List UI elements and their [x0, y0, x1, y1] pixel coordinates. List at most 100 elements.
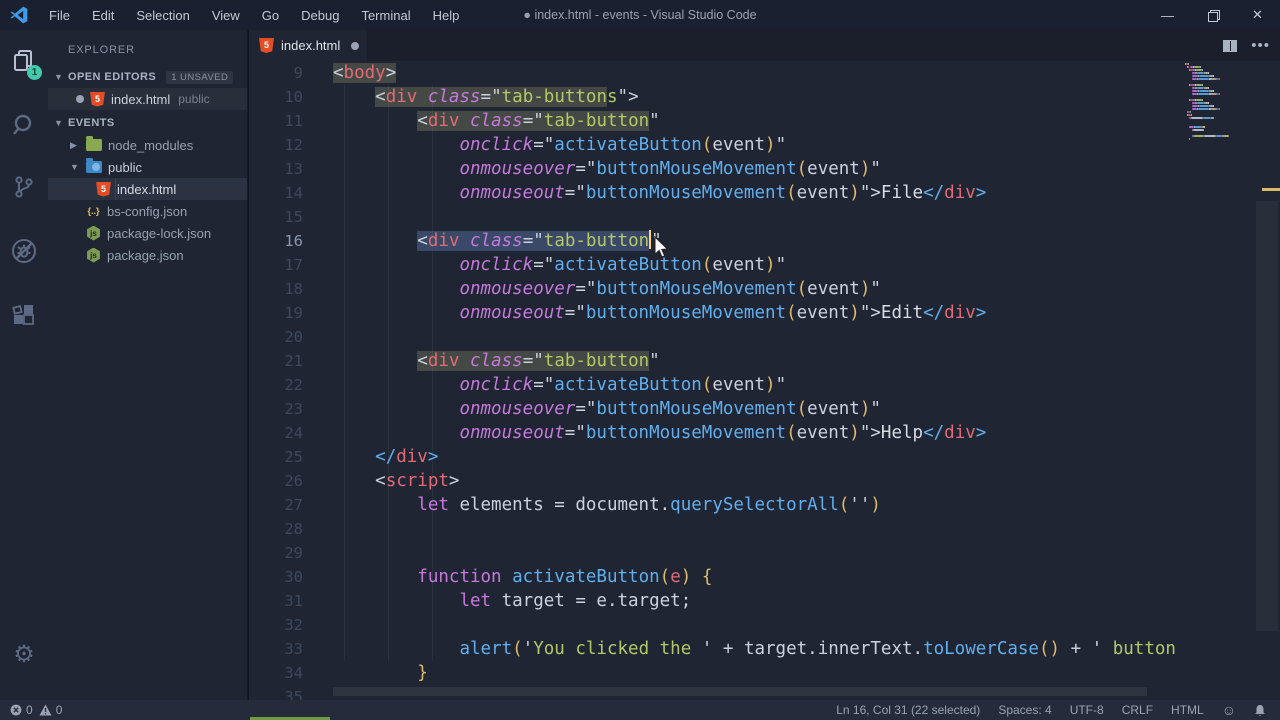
- code-line-11[interactable]: 11 <div class="tab-button": [249, 109, 1185, 133]
- notifications-bell-icon[interactable]: [1254, 704, 1266, 717]
- code-line-28[interactable]: 28: [249, 517, 1185, 541]
- tree-item-package-json[interactable]: js package.json: [48, 244, 247, 266]
- line-number: 21: [284, 352, 303, 370]
- token: ": [775, 375, 787, 395]
- code-line-26[interactable]: 26 <script>: [249, 469, 1185, 493]
- explorer-icon[interactable]: 1: [0, 38, 48, 84]
- menu-debug[interactable]: Debug: [291, 4, 349, 27]
- token: =: [480, 87, 492, 107]
- token: [417, 87, 428, 107]
- explorer-sidebar: EXPLORER ▼ OPEN EDITORS 1 UNSAVED 5 index…: [48, 30, 248, 700]
- minimap-line: [1218, 78, 1220, 80]
- tree-item-index-html[interactable]: 5 index.html: [48, 178, 247, 200]
- tree-item-package-lock-json[interactable]: js package-lock.json: [48, 222, 247, 244]
- token: tab-button: [543, 111, 650, 131]
- menu-terminal[interactable]: Terminal: [351, 4, 420, 27]
- minimap[interactable]: [1185, 63, 1257, 223]
- search-icon[interactable]: [0, 102, 48, 148]
- split-editor-icon[interactable]: [1223, 39, 1238, 52]
- menu-selection[interactable]: Selection: [126, 4, 199, 27]
- vertical-scrollbar[interactable]: [1256, 201, 1278, 631]
- more-actions-icon[interactable]: •••: [1251, 37, 1270, 54]
- code-line-15[interactable]: 15: [249, 205, 1185, 229]
- code-line-12[interactable]: 12 onclick="activateButton(event)": [249, 133, 1185, 157]
- code-editor[interactable]: 9 <body> 10 <div class="tab-buttons"> 11 <d…: [249, 61, 1280, 700]
- code-line-17[interactable]: 17 onclick="activateButton(event)": [249, 253, 1185, 277]
- warning-icon: [39, 704, 52, 716]
- extensions-icon[interactable]: [0, 294, 48, 340]
- code-line-34[interactable]: 34 }: [249, 661, 1185, 685]
- warning-count: 0: [55, 703, 63, 717]
- cursor-position[interactable]: Ln 16, Col 31 (22 selected): [836, 703, 980, 717]
- code-line-21[interactable]: 21 <div class="tab-button": [249, 349, 1185, 373]
- code-line-16[interactable]: 16 <div class="tab-button": [249, 229, 1185, 253]
- open-editor-item[interactable]: 5 index.html public: [48, 88, 247, 110]
- code-line-33[interactable]: 33 alert('You clicked the ' + target.inn…: [249, 637, 1185, 661]
- menu-help[interactable]: Help: [423, 4, 470, 27]
- warnings-indicator[interactable]: 0: [39, 703, 63, 717]
- token: (: [838, 495, 850, 515]
- token: onmouseover: [459, 159, 576, 179]
- token: querySelectorAll: [670, 495, 839, 515]
- horizontal-scrollbar[interactable]: [333, 687, 1147, 696]
- tab-index-html[interactable]: 5 index.html: [249, 30, 367, 61]
- token: ": [870, 399, 881, 419]
- code-line-10[interactable]: 10 <div class="tab-buttons">: [249, 85, 1185, 109]
- indentation-setting[interactable]: Spaces: 4: [998, 703, 1051, 717]
- line-number: 13: [284, 160, 303, 178]
- code-area[interactable]: 9 <body> 10 <div class="tab-buttons"> 11 <d…: [249, 61, 1185, 700]
- code-line-19[interactable]: 19 onmouseout="buttonMouseMovement(event…: [249, 301, 1185, 325]
- file-name: package.json: [107, 247, 184, 263]
- code-line-25[interactable]: 25 </div>: [249, 445, 1185, 469]
- code-line-24[interactable]: 24 onmouseout="buttonMouseMovement(event…: [249, 421, 1185, 445]
- tree-item-node-modules[interactable]: ▶ node_modules: [48, 134, 247, 156]
- restore-button[interactable]: [1190, 0, 1235, 30]
- code-line-18[interactable]: 18 onmouseover="buttonMouseMovement(even…: [249, 277, 1185, 301]
- menu-file[interactable]: File: [39, 4, 80, 27]
- menu-go[interactable]: Go: [252, 4, 289, 27]
- tab-label: index.html: [281, 38, 341, 53]
- minimap-line: [1191, 114, 1192, 116]
- minimap-line: [1193, 129, 1204, 131]
- minimize-button[interactable]: —: [1145, 0, 1190, 30]
- source-control-icon[interactable]: [0, 164, 48, 210]
- folder-section-header[interactable]: ▼ EVENTS: [48, 112, 247, 134]
- language-mode[interactable]: HTML: [1171, 703, 1204, 717]
- tree-item-bs-config-json[interactable]: {..} bs-config.json: [48, 200, 247, 222]
- debug-icon[interactable]: [0, 228, 48, 274]
- encoding-setting[interactable]: UTF-8: [1070, 703, 1104, 717]
- token: activateButton: [554, 255, 702, 275]
- settings-gear-icon[interactable]: ⚙: [0, 636, 48, 672]
- mouse-pointer: [654, 236, 669, 258]
- line-number: 31: [284, 592, 303, 610]
- eol-setting[interactable]: CRLF: [1122, 703, 1153, 717]
- code-line-31[interactable]: 31 let target = e.target;: [249, 589, 1185, 613]
- code-line-29[interactable]: 29: [249, 541, 1185, 565]
- feedback-smiley-icon[interactable]: ☺: [1222, 702, 1236, 718]
- code-line-22[interactable]: 22 onclick="activateButton(event)": [249, 373, 1185, 397]
- token: class: [470, 111, 523, 131]
- menu-view[interactable]: View: [202, 4, 250, 27]
- errors-indicator[interactable]: 0: [10, 703, 33, 717]
- code-line-14[interactable]: 14 onmouseout="buttonMouseMovement(event…: [249, 181, 1185, 205]
- modified-dot-icon[interactable]: [351, 41, 359, 50]
- token: function: [417, 567, 502, 587]
- code-line-20[interactable]: 20: [249, 325, 1185, 349]
- code-line-9[interactable]: 9 <body>: [249, 61, 1185, 85]
- code-line-27[interactable]: 27 let elements = document.querySelector…: [249, 493, 1185, 517]
- open-editors-header[interactable]: ▼ OPEN EDITORS 1 UNSAVED: [48, 66, 247, 88]
- close-button[interactable]: ✕: [1235, 0, 1280, 30]
- line-number: 23: [284, 400, 303, 418]
- token: onmouseout: [459, 423, 565, 443]
- menu-edit[interactable]: Edit: [82, 4, 124, 27]
- line-text: </div>: [333, 445, 438, 469]
- token: buttonMouseMovement: [596, 399, 797, 419]
- tree-item-public[interactable]: ▼ public: [48, 156, 247, 178]
- code-line-23[interactable]: 23 onmouseover="buttonMouseMovement(even…: [249, 397, 1185, 421]
- code-line-32[interactable]: 32: [249, 613, 1185, 637]
- code-line-30[interactable]: 30 function activateButton(e) {: [249, 565, 1185, 589]
- code-line-13[interactable]: 13 onmouseover="buttonMouseMovement(even…: [249, 157, 1185, 181]
- line-text: function activateButton(e) {: [333, 565, 712, 589]
